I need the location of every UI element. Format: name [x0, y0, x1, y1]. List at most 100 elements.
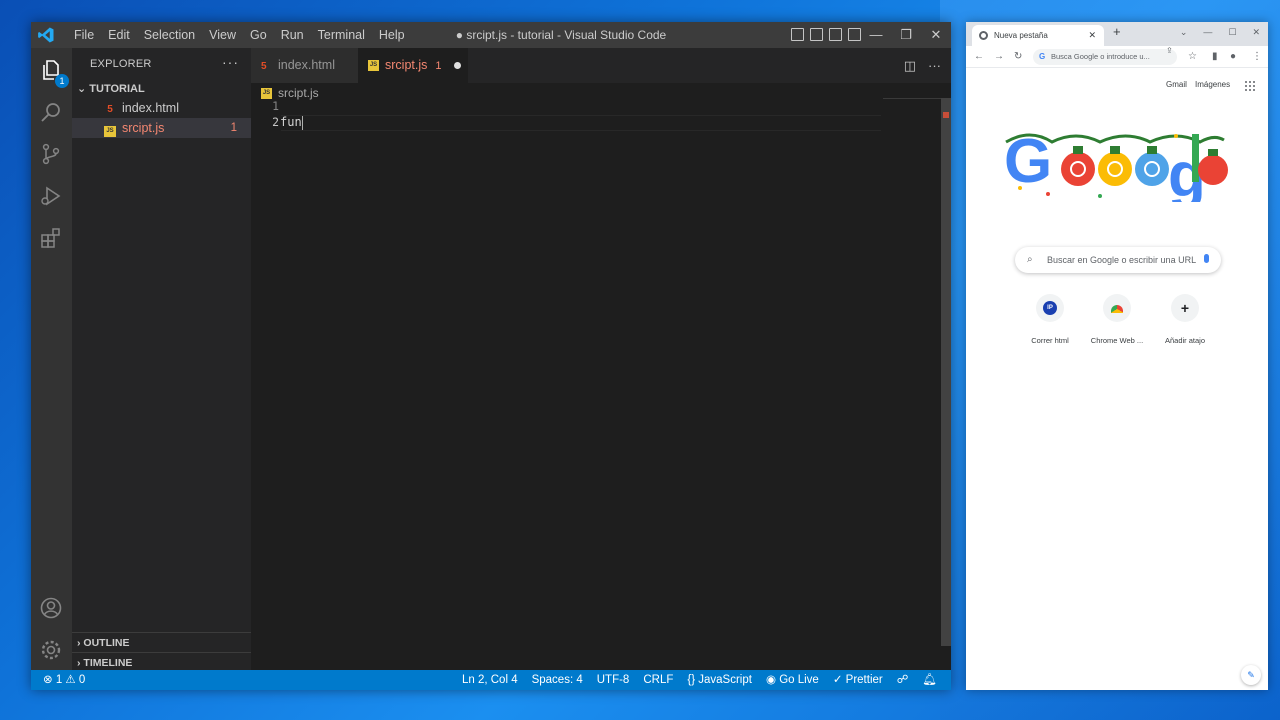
- shortcut-chrome-web-store[interactable]: Chrome Web ...: [1085, 294, 1149, 345]
- tab-index-html[interactable]: 5 index.html: [251, 48, 358, 83]
- html5-icon: 5: [261, 61, 267, 72]
- toggle-panel-icon[interactable]: [810, 28, 823, 41]
- menu-terminal[interactable]: Terminal: [311, 22, 372, 48]
- indentation[interactable]: Spaces: 4: [532, 670, 583, 690]
- menu-edit[interactable]: Edit: [101, 22, 137, 48]
- profile-avatar-icon[interactable]: ●: [1230, 46, 1236, 68]
- problem-count-badge: 1: [230, 122, 237, 134]
- status-bar: ⊗ 1 ⚠ 0 Ln 2, Col 4 Spaces: 4 UTF-8 CRLF…: [31, 670, 951, 690]
- minimize-button[interactable]: —: [1203, 23, 1212, 41]
- google-apps-icon[interactable]: [1245, 81, 1255, 91]
- problems-indicator[interactable]: ⊗ 1 ⚠ 0: [43, 670, 85, 690]
- toggle-sidebar-icon[interactable]: [791, 28, 804, 41]
- chrome-toolbar: ← → ↻ G Busca Google o introduce u... ⇪ …: [966, 46, 1268, 68]
- address-placeholder: Busca Google o introduce u...: [1051, 52, 1150, 61]
- menu-view[interactable]: View: [202, 22, 243, 48]
- outline-section[interactable]: › OUTLINE: [72, 632, 251, 652]
- restore-button[interactable]: ❐: [891, 22, 921, 48]
- run-debug-icon[interactable]: [39, 184, 63, 208]
- editor-scrollbar[interactable]: [941, 98, 951, 646]
- prettier-status[interactable]: ✓ Prettier: [833, 670, 883, 690]
- explorer-header: EXPLORER: [90, 58, 152, 70]
- gmail-link[interactable]: Gmail: [1166, 80, 1187, 89]
- menu-selection[interactable]: Selection: [137, 22, 202, 48]
- tab-problem-count: 1: [435, 60, 442, 72]
- search-icon[interactable]: [39, 100, 63, 124]
- customize-pencil-icon[interactable]: ✎: [1241, 665, 1261, 685]
- window-controls: — ❐ ✕: [861, 22, 951, 48]
- go-live-button[interactable]: ◉ Go Live: [766, 670, 819, 690]
- encoding[interactable]: UTF-8: [597, 670, 630, 690]
- new-tab-button[interactable]: +: [1113, 24, 1121, 39]
- chrome-window: Nueva pestaña ✕ + ⌄ — ☐ ✕ ← → ↻ G Busca …: [966, 22, 1268, 690]
- chevron-down-icon: ⌄: [77, 83, 90, 95]
- title-bar: File Edit Selection View Go Run Terminal…: [31, 22, 951, 48]
- menu-go[interactable]: Go: [243, 22, 274, 48]
- google-doodle-logo[interactable]: G g: [1000, 124, 1228, 202]
- address-bar[interactable]: G Busca Google o introduce u...: [1033, 49, 1177, 65]
- explorer-sidebar: EXPLORER ··· ⌄ TUTORIAL 5 index.html JS sr…: [72, 48, 251, 670]
- minimize-button[interactable]: —: [861, 22, 891, 48]
- code-editor-line[interactable]: fun: [280, 114, 303, 130]
- vscode-window: File Edit Selection View Go Run Terminal…: [31, 22, 951, 690]
- menu-run[interactable]: Run: [274, 22, 311, 48]
- notifications-bell-icon[interactable]: 🔔︎: [922, 670, 937, 690]
- voice-search-mic-icon[interactable]: [1204, 254, 1209, 263]
- bookmark-star-icon[interactable]: ☆: [1188, 46, 1197, 68]
- plus-icon: +: [1180, 300, 1190, 316]
- shortcut-tile: +: [1171, 294, 1199, 322]
- back-arrow-icon[interactable]: ←: [974, 46, 984, 68]
- go-live-label: Go Live: [779, 674, 819, 686]
- language-mode[interactable]: {} JavaScript: [687, 670, 752, 690]
- timeline-section[interactable]: › TIMELINE: [72, 652, 251, 672]
- toggle-secondary-sidebar-icon[interactable]: [829, 28, 842, 41]
- customize-layout-icon[interactable]: [848, 28, 861, 41]
- shortcut-tile: IP: [1036, 294, 1064, 322]
- share-icon[interactable]: ⇪: [1166, 46, 1173, 55]
- shortcut-add[interactable]: + Añadir atajo: [1153, 294, 1217, 345]
- images-link[interactable]: Imágenes: [1195, 80, 1230, 89]
- window-title: ● srcipt.js - tutorial - Visual Studio C…: [455, 28, 667, 42]
- folder-tutorial[interactable]: ⌄ TUTORIAL: [77, 82, 145, 95]
- close-button[interactable]: ✕: [921, 22, 951, 48]
- shortcut-tile: [1103, 294, 1131, 322]
- source-control-icon[interactable]: [39, 142, 63, 166]
- file-script-js[interactable]: JS srcipt.js 1: [72, 118, 251, 138]
- tab-new-tab[interactable]: Nueva pestaña ✕: [972, 25, 1104, 46]
- explorer-badge: 1: [55, 74, 69, 88]
- chrome-menu-icon[interactable]: ⋮: [1252, 46, 1262, 68]
- side-panel-icon[interactable]: ▮: [1212, 46, 1218, 68]
- tab-search-icon[interactable]: ⌄: [1180, 23, 1188, 41]
- search-icon: ⌕: [1027, 254, 1033, 265]
- forward-arrow-icon[interactable]: →: [994, 46, 1004, 68]
- reload-icon[interactable]: ↻: [1014, 46, 1022, 68]
- google-search-input[interactable]: ⌕ Buscar en Google o escribir una URL: [1015, 247, 1221, 273]
- close-tab-icon[interactable]: ✕: [1088, 25, 1096, 46]
- menu-help[interactable]: Help: [372, 22, 412, 48]
- outline-label: OUTLINE: [83, 637, 130, 649]
- feedback-icon[interactable]: ☍: [897, 670, 909, 690]
- shortcut-correr-html[interactable]: IP Correr html: [1018, 294, 1082, 345]
- split-editor-icon[interactable]: ◫: [904, 48, 916, 83]
- chrome-tab-strip: Nueva pestaña ✕ + ⌄ — ☐ ✕: [966, 22, 1268, 46]
- editor-actions: ◫ ···: [904, 48, 941, 83]
- extensions-icon[interactable]: [39, 226, 63, 250]
- explorer-more-button[interactable]: ···: [222, 54, 239, 70]
- accounts-icon[interactable]: [39, 596, 63, 620]
- explorer-icon[interactable]: 1: [39, 58, 69, 88]
- status-right-items: Ln 2, Col 4 Spaces: 4 UTF-8 CRLF {} Java…: [462, 670, 937, 690]
- more-actions-icon[interactable]: ···: [928, 48, 941, 83]
- end-of-line[interactable]: CRLF: [643, 670, 673, 690]
- text-cursor: [301, 115, 303, 130]
- menu-file[interactable]: File: [67, 22, 101, 48]
- maximize-button[interactable]: ☐: [1228, 23, 1236, 41]
- error-marker: [943, 112, 949, 118]
- cursor-position[interactable]: Ln 2, Col 4: [462, 670, 518, 690]
- file-label: srcipt.js: [122, 121, 165, 135]
- minimap[interactable]: [883, 98, 943, 99]
- unsaved-dot-icon[interactable]: [453, 62, 461, 70]
- settings-gear-icon[interactable]: [39, 638, 63, 662]
- file-index-html[interactable]: 5 index.html: [72, 98, 251, 118]
- tab-script-js[interactable]: JS srcipt.js 1: [358, 48, 468, 83]
- close-button[interactable]: ✕: [1252, 23, 1260, 41]
